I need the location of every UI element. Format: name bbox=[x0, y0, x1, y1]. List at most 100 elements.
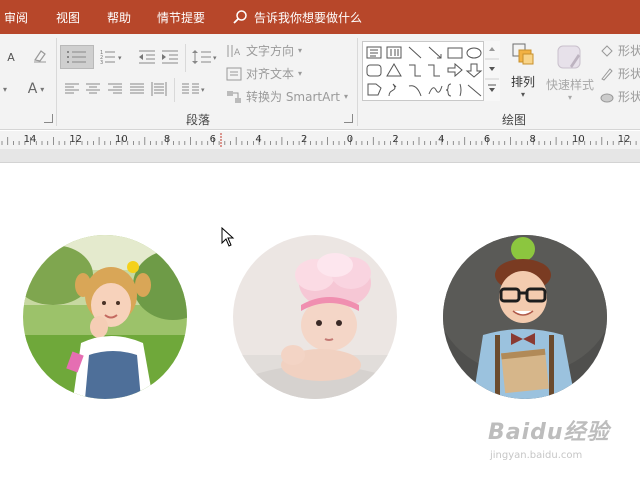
paragraph-group-label: 段落 bbox=[186, 113, 211, 127]
bullets-button[interactable] bbox=[60, 45, 94, 69]
numbering-button[interactable]: 1 2 3 ▾ bbox=[97, 47, 127, 67]
ribbon-tab-bar: 审阅 视图 帮助 情节提要 告诉我你想要做什么 bbox=[0, 0, 640, 34]
ruler-label: 2 bbox=[301, 134, 308, 145]
girl-photo[interactable] bbox=[23, 235, 187, 399]
ruler-label: 10 bbox=[572, 134, 585, 145]
svg-text:▾: ▾ bbox=[118, 54, 122, 62]
tab-help[interactable]: 帮助 bbox=[107, 0, 131, 34]
text-direction-button[interactable]: A 文字方向 ▾ bbox=[226, 42, 302, 59]
subgroup-separator bbox=[185, 44, 186, 72]
bullets-icon bbox=[67, 51, 86, 63]
ruler-label: 12 bbox=[69, 134, 83, 145]
line-spacing-button[interactable]: ▾ bbox=[190, 47, 220, 67]
ruler-label: 12 bbox=[617, 134, 631, 145]
baby-image bbox=[233, 235, 397, 399]
tell-me-search[interactable]: 告诉我你想要做什么 bbox=[232, 0, 362, 34]
ruler-label: 4 bbox=[255, 134, 262, 145]
quick-styles-button[interactable]: 快速样式 ▾ bbox=[545, 40, 595, 106]
font-color-icon: A bbox=[27, 81, 38, 97]
arrange-dropdown-arrow: ▾ bbox=[520, 90, 525, 99]
ribbon: A A ▾ ▾ 1 2 3 ▾ ▾ ▾ A 文字方向 ▾ 对齐文本 ▾ 转换为 … bbox=[0, 34, 640, 130]
group-separator-2 bbox=[357, 38, 358, 126]
rectangle-shape-icon bbox=[447, 47, 463, 59]
decrease-indent-icon bbox=[139, 50, 155, 64]
ruler-label: 2 bbox=[392, 134, 399, 145]
tell-me-text: 告诉我你想要做什么 bbox=[254, 10, 363, 25]
ruler-label: 6 bbox=[209, 134, 216, 145]
tab-view[interactable]: 视图 bbox=[56, 0, 80, 34]
align-right-button[interactable] bbox=[106, 80, 124, 98]
tab-review[interactable]: 审阅 bbox=[4, 0, 28, 34]
pen-icon bbox=[601, 67, 613, 81]
line-spacing-icon: ▾ bbox=[192, 50, 217, 64]
watermark-url: jingyan.baidu.com bbox=[490, 450, 583, 461]
ruler-ticks bbox=[1, 133, 637, 147]
convert-smartart-button[interactable]: 转换为 SmartArt ▾ bbox=[226, 88, 348, 105]
align-text-icon bbox=[226, 67, 242, 80]
distributed-button[interactable] bbox=[149, 79, 169, 99]
tab-storyboarding[interactable]: 情节提要 bbox=[157, 0, 205, 34]
effects-icon bbox=[600, 93, 614, 102]
dropdown-arrow: ▾ bbox=[298, 46, 303, 55]
dropdown-arrow-2: ▾ bbox=[298, 69, 303, 78]
mouse-cursor-icon bbox=[221, 227, 235, 247]
quick-styles-label: 快速样式 bbox=[545, 78, 594, 92]
ruler-label: 6 bbox=[483, 134, 491, 145]
paragraph-dialog-launcher-icon[interactable] bbox=[344, 114, 353, 123]
ruler-label: 8 bbox=[529, 134, 536, 145]
shape-outline-label: 形状 bbox=[618, 67, 640, 81]
arrange-button[interactable]: 排列 ▾ bbox=[505, 40, 541, 100]
triangle-shape-icon bbox=[386, 63, 402, 77]
shapes-gallery[interactable] bbox=[362, 41, 500, 101]
increase-indent-button[interactable] bbox=[160, 47, 180, 67]
arrange-label: 排列 bbox=[510, 75, 535, 89]
horizontal-ruler: 14 12 10 8 6 4 2 0 2 4 6 8 10 12 bbox=[0, 131, 640, 149]
shape-fill-button[interactable]: 形状 bbox=[600, 42, 640, 59]
curve-shape-icon bbox=[408, 85, 422, 97]
font-dialog-launcher-icon[interactable] bbox=[44, 114, 53, 123]
align-text-button[interactable]: 对齐文本 ▾ bbox=[226, 65, 302, 82]
font-color-button[interactable]: A ▾ bbox=[22, 79, 50, 99]
font-letter-icon: A bbox=[7, 50, 15, 64]
shape-outline-button[interactable]: 形状 bbox=[600, 65, 640, 82]
font-size-down-button[interactable]: A bbox=[2, 48, 20, 66]
arrow-line-shape-icon bbox=[428, 46, 442, 59]
drawing-group-label: 绘图 bbox=[502, 113, 527, 127]
decrease-indent-button[interactable] bbox=[137, 47, 157, 67]
svg-text:3: 3 bbox=[100, 60, 103, 65]
right-arrow-shape-icon bbox=[447, 62, 463, 78]
boy-photo[interactable] bbox=[443, 235, 607, 399]
align-center-icon bbox=[86, 83, 100, 94]
clear-format-icon[interactable] bbox=[30, 46, 50, 66]
ruler-label: 0 bbox=[346, 134, 354, 145]
down-arrow-shape-icon bbox=[465, 63, 483, 78]
shapes-gallery-scroll[interactable] bbox=[483, 41, 500, 101]
quick-styles-dropdown-arrow: ▾ bbox=[567, 93, 572, 102]
justify-button[interactable] bbox=[128, 80, 146, 98]
font-dropdown-arrow[interactable]: ▾ bbox=[0, 79, 10, 99]
align-left-button[interactable] bbox=[63, 80, 81, 98]
columns-button[interactable]: ▾ bbox=[180, 79, 208, 99]
powerpoint-window: 审阅 视图 帮助 情节提要 告诉我你想要做什么 A A ▾ ▾ 1 2 3 ▾ … bbox=[0, 0, 640, 480]
baby-photo[interactable] bbox=[233, 235, 397, 399]
arc-shape-icon bbox=[428, 85, 443, 95]
shape-effects-button[interactable]: 形状 bbox=[600, 88, 640, 105]
justify-icon bbox=[130, 83, 144, 94]
shapes-gallery-icons bbox=[366, 46, 483, 97]
paint-bucket-icon bbox=[601, 44, 613, 57]
gallery-scroll-icons bbox=[485, 47, 499, 92]
align-center-button[interactable] bbox=[84, 80, 102, 98]
distributed-icon bbox=[151, 82, 167, 96]
arrange-icon bbox=[512, 43, 534, 65]
oval-shape-icon bbox=[466, 47, 482, 59]
brace-shape-icon bbox=[445, 83, 452, 97]
group-separator bbox=[56, 38, 57, 126]
vertical-text-box-shape-icon bbox=[386, 46, 402, 59]
ruler-label: 10 bbox=[115, 134, 128, 145]
convert-smartart-label: 转换为 SmartArt bbox=[246, 90, 340, 104]
columns-icon: ▾ bbox=[182, 83, 205, 94]
search-icon bbox=[233, 10, 247, 24]
girl-image bbox=[23, 235, 187, 399]
boy-image bbox=[443, 235, 607, 399]
rounded-rectangle-shape-icon bbox=[366, 64, 382, 77]
